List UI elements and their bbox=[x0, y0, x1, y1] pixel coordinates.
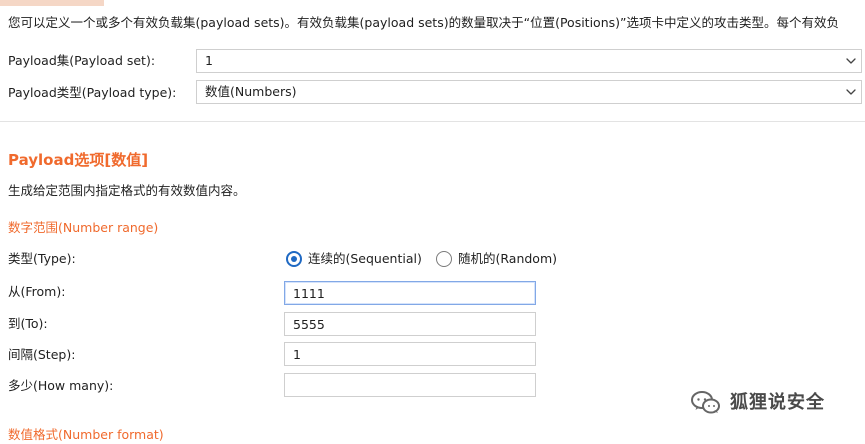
payload-options-title: Payload选项[数值] bbox=[8, 151, 149, 169]
to-value: 5555 bbox=[293, 317, 325, 332]
from-input[interactable]: 1111 bbox=[284, 281, 536, 305]
step-input[interactable]: 1 bbox=[284, 342, 536, 366]
radio-unselected-icon bbox=[436, 251, 452, 267]
to-label: 到(To): bbox=[8, 316, 48, 331]
radio-selected-icon bbox=[286, 251, 302, 267]
top-accent-strip bbox=[0, 0, 865, 6]
number-range-heading: 数字范围(Number range) bbox=[8, 220, 159, 235]
number-format-heading: 数值格式(Number format) bbox=[8, 427, 164, 442]
how-many-input[interactable] bbox=[284, 373, 536, 397]
watermark-text: 狐狸说安全 bbox=[730, 392, 825, 413]
from-label: 从(From): bbox=[8, 284, 66, 299]
watermark: 狐狸说安全 bbox=[690, 386, 855, 420]
payload-set-label: Payload集(Payload set): bbox=[8, 53, 156, 68]
range-type-label: 类型(Type): bbox=[8, 251, 76, 266]
to-input[interactable]: 5555 bbox=[284, 312, 536, 336]
random-label: 随机的(Random) bbox=[458, 251, 558, 266]
payload-set-select[interactable]: 1 bbox=[196, 49, 862, 73]
wechat-icon bbox=[690, 390, 722, 416]
chevron-down-icon bbox=[845, 55, 857, 67]
payload-set-value: 1 bbox=[205, 53, 213, 68]
chevron-down-icon bbox=[845, 86, 857, 98]
payload-sets-description: 您可以定义一个或多个有效负载集(payload sets)。有效负载集(payl… bbox=[8, 15, 839, 30]
payload-type-value: 数值(Numbers) bbox=[205, 84, 297, 99]
sequential-label: 连续的(Sequential) bbox=[308, 251, 422, 266]
payload-type-select[interactable]: 数值(Numbers) bbox=[196, 80, 862, 104]
how-many-label: 多少(How many): bbox=[8, 378, 114, 393]
step-value: 1 bbox=[293, 347, 301, 362]
payload-options-description: 生成给定范围内指定格式的有效数值内容。 bbox=[8, 183, 246, 198]
section-divider bbox=[0, 121, 865, 122]
from-value: 1111 bbox=[293, 286, 325, 301]
step-label: 间隔(Step): bbox=[8, 347, 76, 362]
payload-type-label: Payload类型(Payload type): bbox=[8, 85, 177, 100]
